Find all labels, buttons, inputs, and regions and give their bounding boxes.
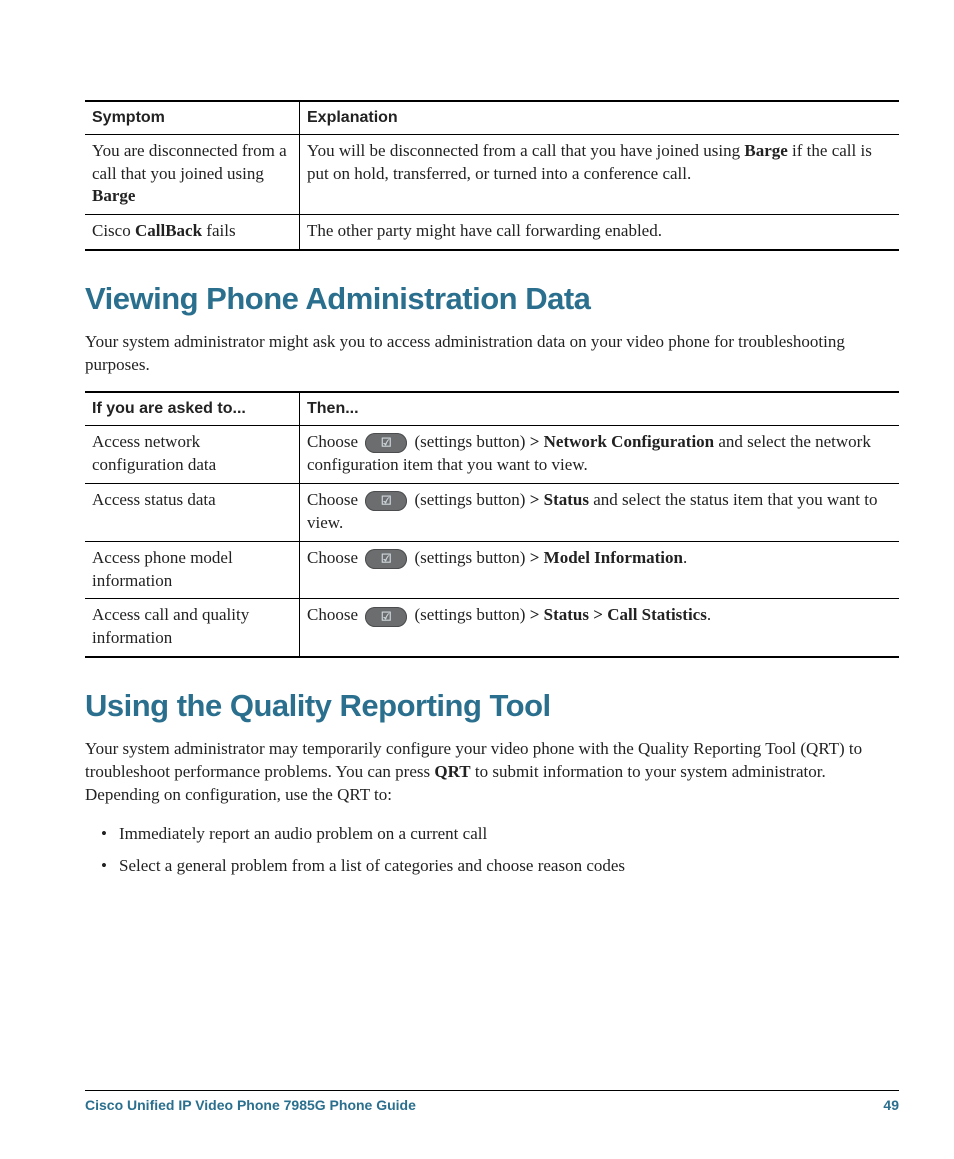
table-row: Access status data Choose ☑ (settings bu… [85, 483, 899, 541]
page-footer: Cisco Unified IP Video Phone 7985G Phone… [85, 1090, 899, 1113]
settings-button-icon: ☑ [365, 607, 407, 627]
table2-head-asked: If you are asked to... [85, 392, 300, 425]
section2-intro: Your system administrator may temporaril… [85, 738, 899, 807]
table-row: You are disconnected from a call that yo… [85, 134, 899, 215]
admin-data-table: If you are asked to... Then... Access ne… [85, 391, 899, 658]
section-heading-qrt: Using the Quality Reporting Tool [85, 688, 899, 724]
section1-intro: Your system administrator might ask you … [85, 331, 899, 377]
settings-button-icon: ☑ [365, 433, 407, 453]
settings-button-icon: ☑ [365, 549, 407, 569]
list-item: Select a general problem from a list of … [119, 853, 899, 879]
section-heading-admin-data: Viewing Phone Administration Data [85, 281, 899, 317]
list-item: Immediately report an audio problem on a… [119, 821, 899, 847]
footer-page-number: 49 [883, 1097, 899, 1113]
table-row: Access network configuration data Choose… [85, 425, 899, 483]
qrt-bullet-list: Immediately report an audio problem on a… [85, 821, 899, 878]
table2-head-then: Then... [300, 392, 900, 425]
symptom-explanation-table: Symptom Explanation You are disconnected… [85, 100, 899, 251]
settings-button-icon: ☑ [365, 491, 407, 511]
table1-head-symptom: Symptom [85, 101, 300, 134]
table1-head-explanation: Explanation [300, 101, 900, 134]
table-row: Access call and quality information Choo… [85, 599, 899, 657]
table-row: Access phone model information Choose ☑ … [85, 541, 899, 599]
table-row: Cisco CallBack fails The other party mig… [85, 215, 899, 250]
footer-guide-title: Cisco Unified IP Video Phone 7985G Phone… [85, 1097, 416, 1113]
